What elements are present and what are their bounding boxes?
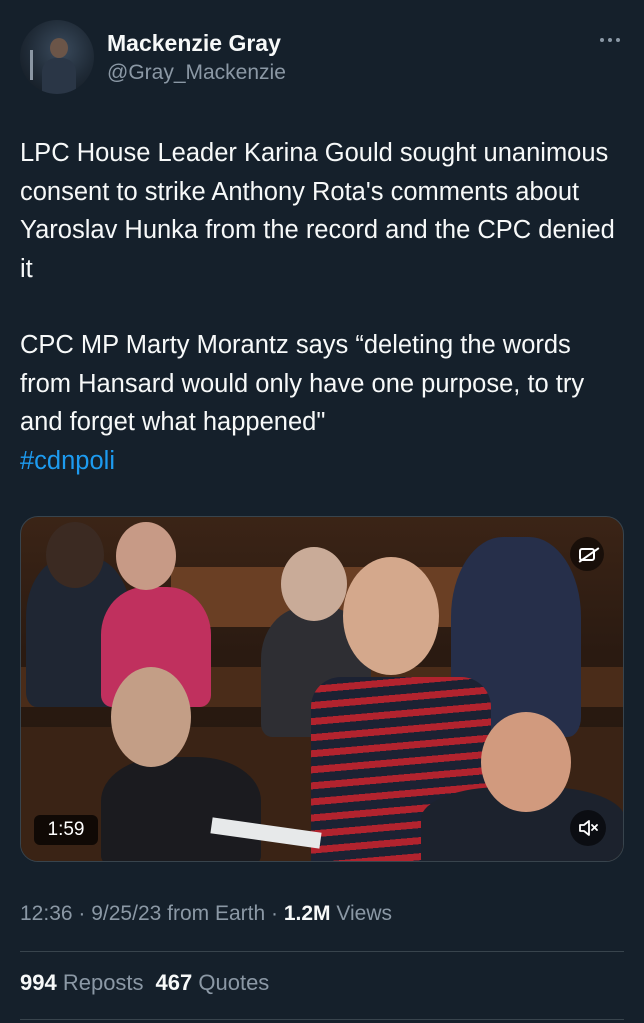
more-options-icon[interactable] xyxy=(596,30,624,50)
reposts-link[interactable]: 994 Reposts xyxy=(20,970,144,995)
tweet-paragraph-1: LPC House Leader Karina Gould sought una… xyxy=(20,139,615,283)
views-label: Views xyxy=(330,902,393,925)
hashtag-link[interactable]: #cdnpoli xyxy=(20,442,620,481)
divider xyxy=(20,1019,624,1020)
video-frame xyxy=(21,517,623,861)
author-avatar[interactable] xyxy=(20,20,94,94)
tweet-source: from Earth xyxy=(161,902,266,925)
tweet-paragraph-2: CPC MP Marty Morantz says “deleting the … xyxy=(20,331,585,436)
author-handle[interactable]: @Gray_Mackenzie xyxy=(107,61,286,85)
tweet-time[interactable]: 12:36 xyxy=(20,902,73,925)
views-count: 1.2M xyxy=(283,902,331,925)
video-duration: 1:59 xyxy=(34,815,98,845)
tweet-date[interactable]: 9/25/23 xyxy=(91,902,161,925)
author-name[interactable]: Mackenzie Gray xyxy=(107,30,281,57)
quotes-link[interactable]: 467 Quotes xyxy=(156,970,270,995)
tweet-stats: 994 Reposts 467 Quotes xyxy=(20,970,269,996)
tweet-meta: 12:36 · 9/25/23 from Earth · 1.2M Views xyxy=(20,902,393,925)
video-player[interactable] xyxy=(20,516,624,862)
divider xyxy=(20,951,624,952)
tweet-text: LPC House Leader Karina Gould sought una… xyxy=(20,134,620,480)
captions-off-icon[interactable] xyxy=(570,537,604,571)
speaker-muted-icon[interactable] xyxy=(570,810,606,846)
tweet-card: Mackenzie Gray @Gray_Mackenzie LPC House… xyxy=(0,0,644,1023)
